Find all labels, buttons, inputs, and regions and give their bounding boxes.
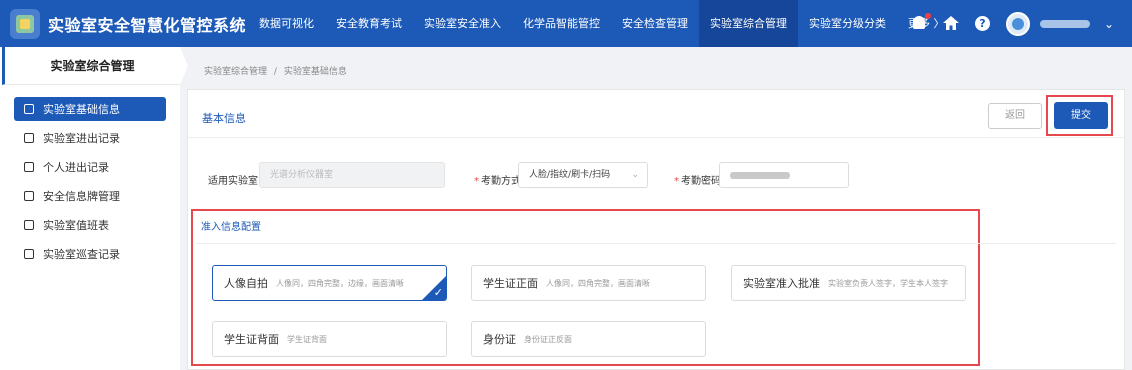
sidebar-item-lab-entry-records[interactable]: 实验室进出记录 [14, 126, 166, 150]
nav-item-safety-exam[interactable]: 安全教育考试 [325, 0, 413, 47]
sidebar-item-label: 实验室进出记录 [43, 132, 120, 145]
access-card-selfie[interactable]: 人像自拍 人像同，四角完整，边缘，画面清晰 ✓ [212, 265, 447, 301]
attendance-select-value: 人脸/指纹/刷卡/扫码 [529, 170, 611, 180]
sidebar-item-label: 实验室基础信息 [43, 103, 120, 116]
chevron-down-icon: ⌄ [631, 170, 639, 180]
password-label-text: 考勤密码: [681, 176, 725, 187]
sidebar-item-label: 实验室值班表 [43, 219, 109, 232]
lab-input: 光谱分析仪器室 [259, 162, 445, 188]
sidebar-item-label: 安全信息牌管理 [43, 190, 120, 203]
sidebar-item-safety-signs[interactable]: 安全信息牌管理 [14, 184, 166, 208]
nav-item-chemical-control[interactable]: 化学品智能管控 [512, 0, 611, 47]
card-desc: 学生证背面 [287, 334, 327, 344]
card-name: 学生证正面 [483, 277, 538, 290]
record-icon [24, 133, 34, 143]
sidebar-item-label: 实验室巡查记录 [43, 248, 120, 261]
sidebar-item-personal-records[interactable]: 个人进出记录 [14, 155, 166, 179]
lab-label: 适用实验室: [208, 176, 262, 187]
notification-dot [924, 12, 931, 19]
app-logo-icon [10, 8, 40, 39]
edit-icon [24, 249, 34, 259]
access-config-title: 准入信息配置 [201, 222, 261, 233]
top-navbar: 实验室安全智慧化管控系统 数据可视化 安全教育考试 实验室安全准入 化学品智能管… [0, 0, 1132, 47]
app-title: 实验室安全智慧化管控系统 [48, 15, 247, 35]
divider [188, 137, 1124, 138]
card-desc: 人像同，四角完整，边缘，画面清晰 [276, 278, 404, 288]
password-input[interactable] [719, 162, 849, 188]
calendar-icon [24, 220, 34, 230]
breadcrumb: 实验室综合管理 / 实验室基础信息 [204, 64, 351, 77]
attendance-select[interactable]: 人脸/指纹/刷卡/扫码 ⌄ [518, 162, 648, 188]
nav-item-safety-inspection[interactable]: 安全检查管理 [611, 0, 699, 47]
sidebar-title: 实验室综合管理 [2, 47, 188, 85]
card-desc: 实验室负责人签字，学生本人签字 [828, 278, 948, 288]
sidebar: 实验室综合管理 实验室基础信息 实验室进出记录 个人进出记录 安全信息牌管理 实… [0, 47, 188, 370]
submit-highlight-box [1046, 95, 1113, 136]
divider [196, 243, 1116, 244]
access-card-id-card[interactable]: 身份证 身份证正反面 [471, 321, 706, 357]
help-icon[interactable]: ? [974, 16, 990, 31]
back-button[interactable]: 返回 [988, 103, 1042, 129]
breadcrumb-current: 实验室基础信息 [283, 67, 347, 77]
breadcrumb-separator: / [273, 67, 277, 77]
access-card-lab-approval[interactable]: 实验室准入批准 实验室负责人签字，学生本人签字 [731, 265, 966, 301]
home-icon[interactable] [942, 15, 959, 32]
card-name: 身份证 [483, 333, 516, 346]
card-name: 实验室准入批准 [743, 277, 820, 290]
breadcrumb-root[interactable]: 实验室综合管理 [204, 67, 267, 77]
attendance-label-text: 考勤方式 [481, 176, 521, 187]
main-panel: 基本信息 返回 提交 适用实验室: 光谱分析仪器室 * 考勤方式 人脸/指纹/刷卡… [187, 89, 1125, 370]
access-card-student-id-front[interactable]: 学生证正面 人像同，四角完整，画面清晰 [471, 265, 706, 301]
nav-item-data-visualization[interactable]: 数据可视化 [248, 0, 325, 47]
nav-item-lab-access[interactable]: 实验室安全准入 [413, 0, 512, 47]
basic-info-title: 基本信息 [202, 112, 246, 125]
card-name: 人像自拍 [224, 277, 268, 290]
sidebar-item-duty-schedule[interactable]: 实验室值班表 [14, 213, 166, 237]
record-icon [24, 162, 34, 172]
user-avatar[interactable] [1005, 11, 1030, 36]
sidebar-item-label: 个人进出记录 [43, 161, 109, 174]
notification-bell-icon[interactable] [911, 12, 931, 32]
attendance-label: * 考勤方式 [474, 176, 521, 187]
main-nav: 数据可视化 安全教育考试 实验室安全准入 化学品智能管控 安全检查管理 实验室综… [248, 0, 949, 47]
sidebar-item-patrol-records[interactable]: 实验室巡查记录 [14, 242, 166, 266]
sign-icon [24, 191, 34, 201]
chevron-down-icon[interactable]: ⌄ [1104, 17, 1114, 31]
card-name: 学生证背面 [224, 333, 279, 346]
password-label: * 考勤密码: [674, 176, 725, 187]
password-value-blurred [730, 172, 790, 179]
card-desc: 身份证正反面 [524, 334, 572, 344]
nav-item-lab-management[interactable]: 实验室综合管理 [699, 0, 798, 47]
sidebar-item-lab-basic-info[interactable]: 实验室基础信息 [14, 97, 166, 121]
nav-item-lab-classification[interactable]: 实验室分级分类 [798, 0, 897, 47]
card-desc: 人像同，四角完整，画面清晰 [546, 278, 650, 288]
check-icon: ✓ [433, 286, 443, 299]
access-card-student-id-back[interactable]: 学生证背面 学生证背面 [212, 321, 447, 357]
document-icon [24, 104, 34, 114]
user-name-blurred[interactable] [1039, 19, 1090, 28]
